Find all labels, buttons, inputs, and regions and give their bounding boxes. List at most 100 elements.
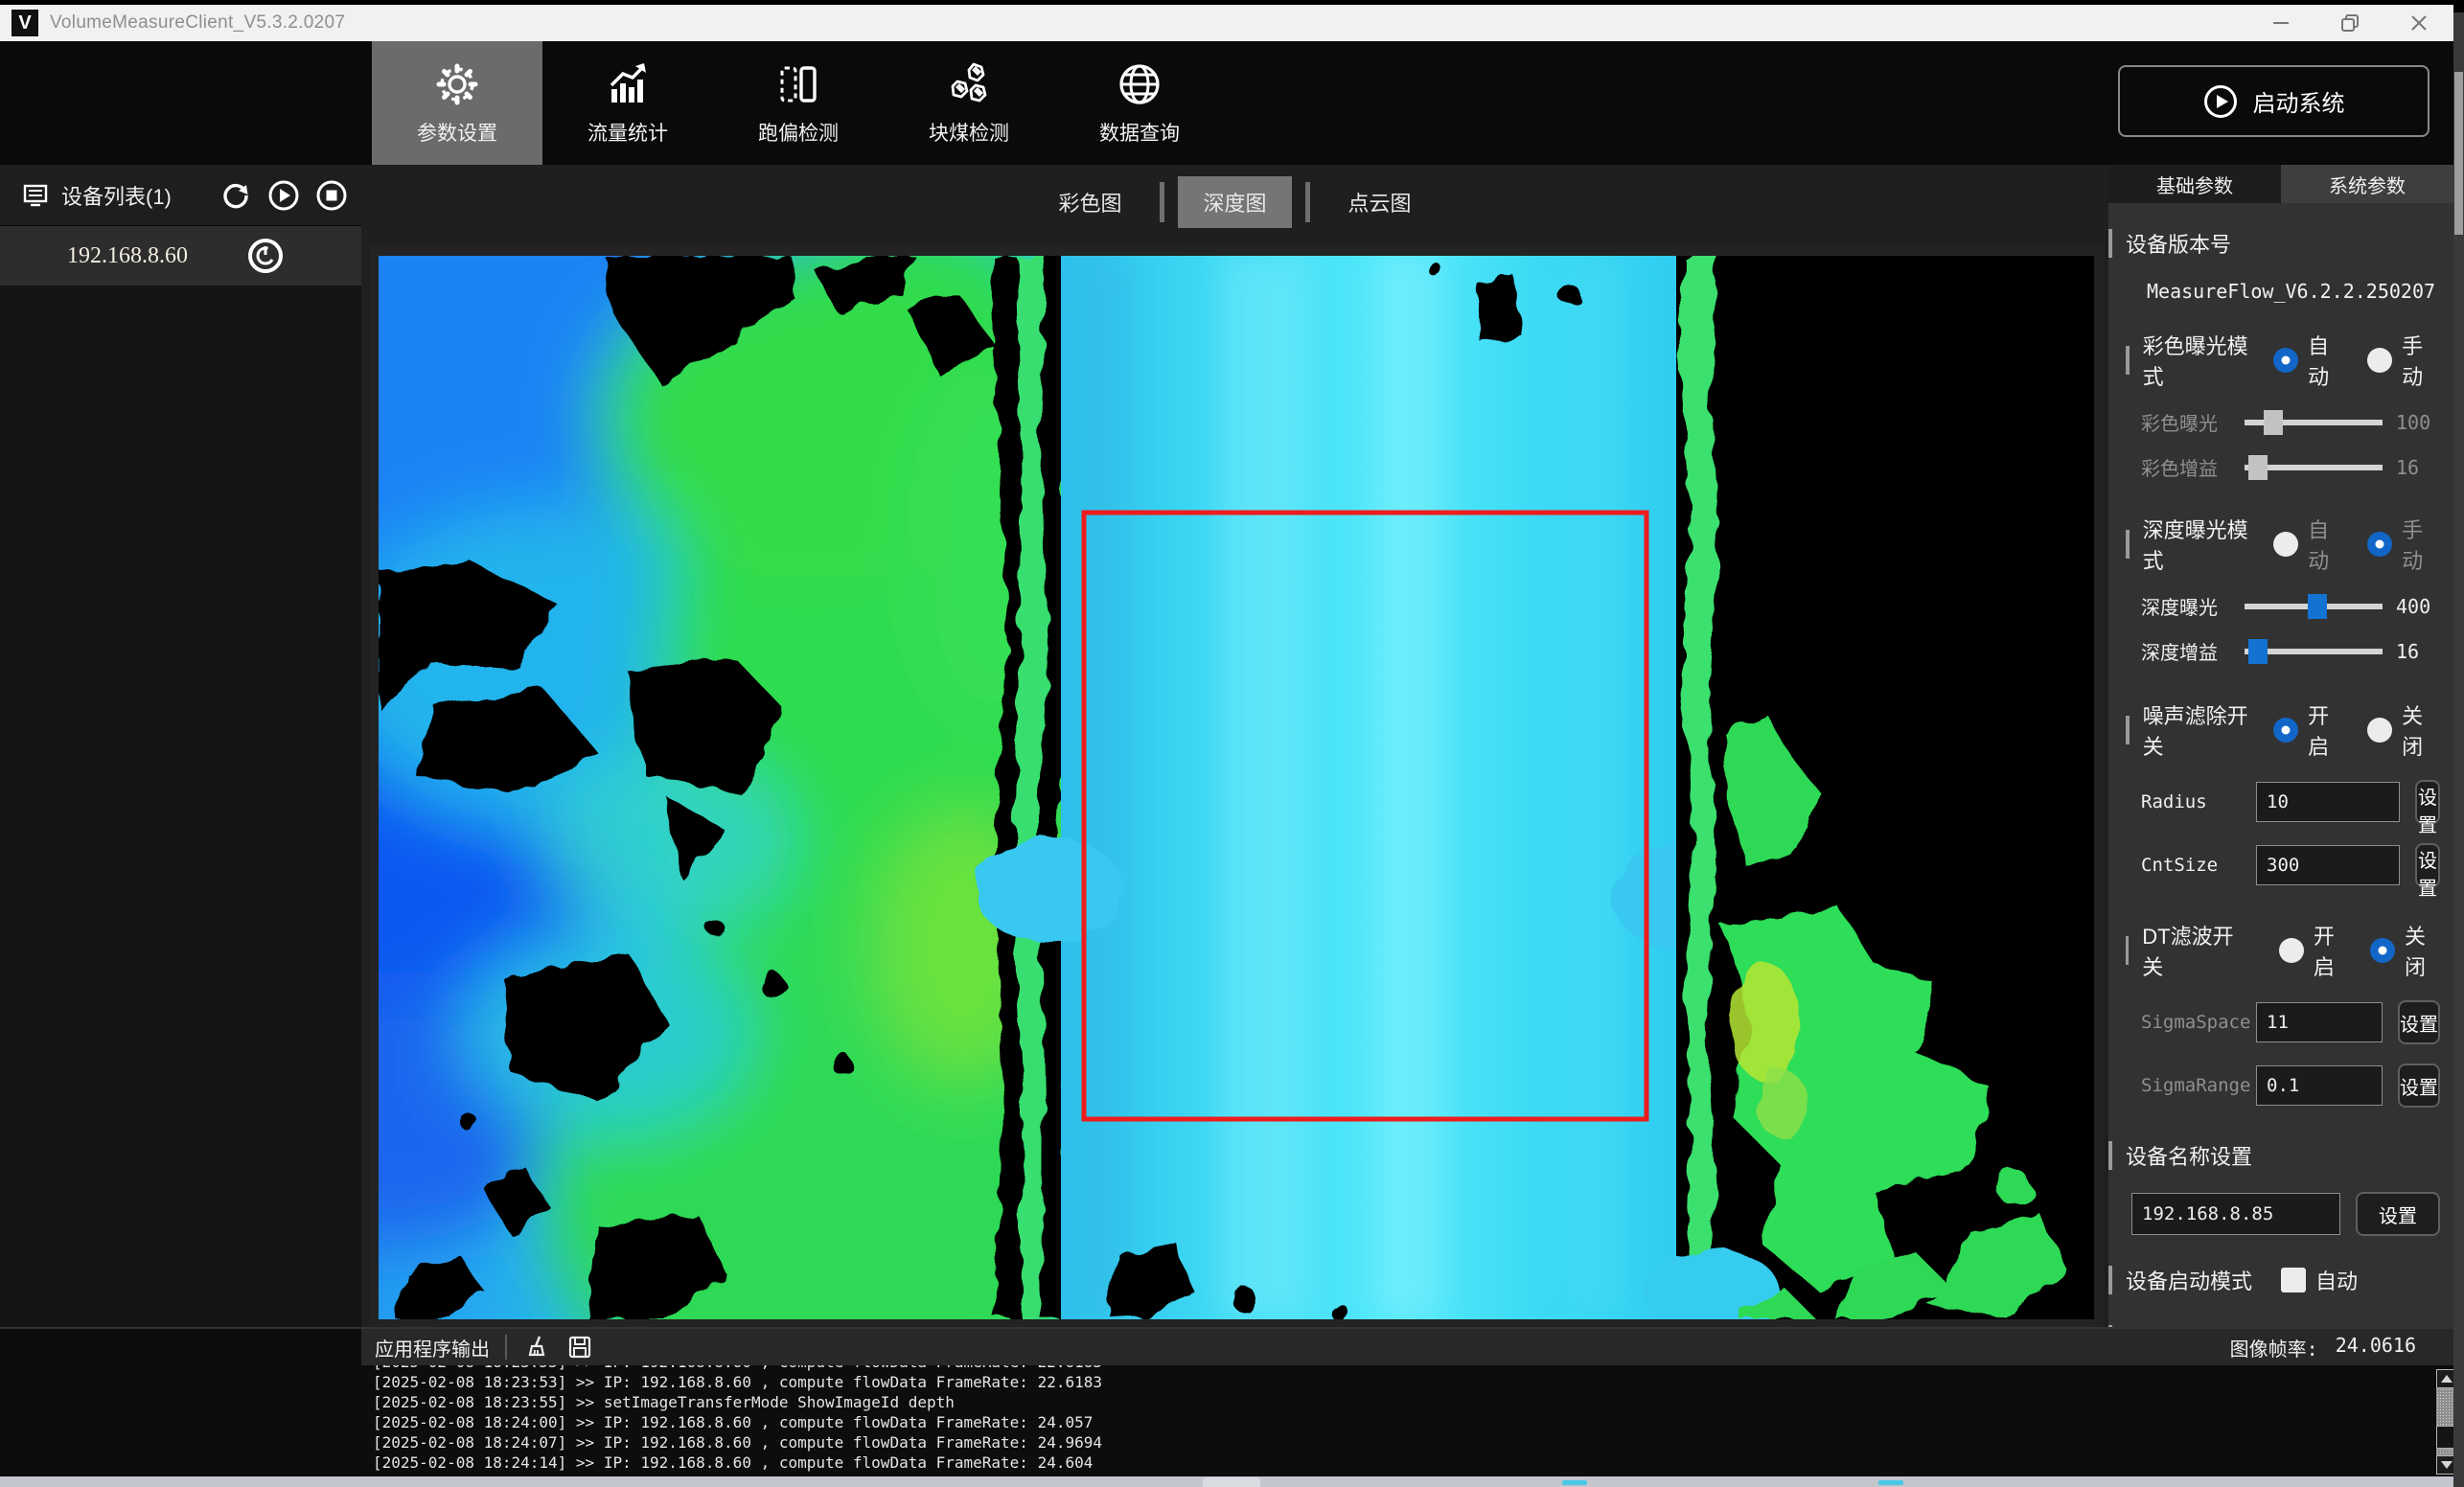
minimize-button[interactable] <box>2246 5 2315 41</box>
app-window: V VolumeMeasureClient_V5.3.2.0207 <box>0 0 2464 1487</box>
device-name-header: 设备名称设置 <box>2108 1140 2453 1171</box>
dt-filter-row: DT滤波开关 开启 关闭 <box>2126 920 2440 981</box>
depth-exposure-auto-radio[interactable] <box>2273 532 2298 557</box>
noise-filter-title: 噪声滤除开关 <box>2126 699 2256 761</box>
dt-filter-on-radio[interactable] <box>2279 938 2304 963</box>
depth-image <box>379 256 2094 1319</box>
dt-filter-off-radio[interactable] <box>2370 938 2395 963</box>
frame-rate-label: 图像帧率: <box>2230 1334 2318 1361</box>
image-viewport <box>369 244 2104 1327</box>
slider-handle[interactable] <box>2248 639 2268 664</box>
log-title: 应用程序输出 <box>375 1334 490 1361</box>
dt-filter-off-label: 关闭 <box>2405 920 2440 981</box>
start-mode-title: 设备启动模式 <box>2108 1265 2252 1295</box>
device-list-item[interactable]: 192.168.8.60 <box>0 226 361 286</box>
color-exposure-manual-radio[interactable] <box>2367 348 2392 373</box>
radius-label: Radius <box>2141 791 2256 812</box>
frame-rate-value: 24.0616 <box>2336 1334 2416 1361</box>
globe-icon <box>1116 60 1163 108</box>
image-viewer: 彩色图 深度图 点云图 <box>361 165 2108 1327</box>
tab-color-image[interactable]: 彩色图 <box>1033 176 1146 228</box>
sigmaspace-input[interactable] <box>2256 1002 2383 1042</box>
start-mode-checkbox[interactable] <box>2281 1268 2306 1293</box>
window-title: VolumeMeasureClient_V5.3.2.0207 <box>50 12 345 34</box>
toolbar-item-label: 跑偏检测 <box>758 118 839 147</box>
color-exposure-mode-row: 彩色曝光模式 自动 手动 <box>2126 330 2440 391</box>
device-power-button[interactable] <box>246 237 285 275</box>
refresh-devices-button[interactable] <box>219 179 252 212</box>
sigmarange-field-row: SigmaRange 设置 <box>2141 1064 2440 1108</box>
toolbar-items: 参数设置 流量统计 跑偏检测 <box>372 41 1225 165</box>
toolbar-item-data-query[interactable]: 数据查询 <box>1054 41 1225 165</box>
cntsize-set-button[interactable]: 设置 <box>2415 843 2440 887</box>
sigmaspace-label: SigmaSpace <box>2141 1012 2256 1033</box>
sigmarange-label: SigmaRange <box>2141 1075 2256 1096</box>
sigmaspace-set-button[interactable]: 设置 <box>2398 1000 2440 1044</box>
toolbar-item-flow-statistics[interactable]: 流量统计 <box>542 41 713 165</box>
device-list-icon <box>21 181 50 210</box>
color-exposure-value: 100 <box>2396 411 2440 434</box>
depth-exposure-slider[interactable] <box>2245 594 2383 619</box>
depth-exposure-value: 400 <box>2396 595 2440 618</box>
sigmaspace-field-row: SigmaSpace 设置 <box>2141 1000 2440 1044</box>
close-button[interactable] <box>2384 5 2453 41</box>
cntsize-input[interactable] <box>2256 845 2400 885</box>
toolbar-item-lump-coal-detection[interactable]: 块煤检测 <box>884 41 1054 165</box>
depth-exposure-slider-label: 深度曝光 <box>2141 592 2231 620</box>
play-circle-icon <box>2203 84 2238 119</box>
toolbar-item-label: 参数设置 <box>417 118 497 147</box>
log-line-clipped: [2025-02-08 18:23:53] >> IP: 192.168.8.6… <box>373 1365 2435 1372</box>
restore-button[interactable] <box>2315 5 2384 41</box>
start-system-button[interactable]: 启动系统 <box>2118 65 2429 137</box>
flow-chart-icon <box>604 60 652 108</box>
toolbar-item-label: 数据查询 <box>1099 118 1180 147</box>
slider-handle[interactable] <box>2308 594 2327 619</box>
color-exposure-auto-radio[interactable] <box>2273 348 2298 373</box>
restore-icon <box>2339 12 2360 34</box>
color-exposure-slider[interactable] <box>2245 410 2383 435</box>
toolbar-item-deviation-detection[interactable]: 跑偏检测 <box>713 41 884 165</box>
window-controls <box>2246 5 2453 41</box>
depth-exposure-manual-radio[interactable] <box>2367 532 2392 557</box>
start-device-button[interactable] <box>267 179 300 212</box>
dt-filter-on-label: 开启 <box>2314 920 2349 981</box>
radius-input[interactable] <box>2256 782 2400 822</box>
noise-filter-off-radio[interactable] <box>2367 718 2392 743</box>
taskbar-indicator <box>1878 1480 1903 1485</box>
log-header: 应用程序输出 <box>361 1329 2464 1365</box>
parameter-panel: 基础参数 系统参数 设备版本号 MeasureFlow_V6.2.2.25020… <box>2108 165 2453 1327</box>
stop-device-button[interactable] <box>315 179 348 212</box>
noise-filter-off-label: 关闭 <box>2402 699 2440 761</box>
color-gain-slider[interactable] <box>2245 455 2383 480</box>
panel-tabs: 基础参数 系统参数 <box>2108 165 2453 203</box>
slider-handle[interactable] <box>2248 455 2268 480</box>
tab-separator <box>1160 182 1164 222</box>
depth-gain-slider[interactable] <box>2245 639 2383 664</box>
log-output[interactable]: [2025-02-08 18:23:53] >> IP: 192.168.8.6… <box>361 1365 2435 1478</box>
device-list-actions <box>219 179 348 212</box>
window-scrollbar[interactable] <box>2453 0 2464 1487</box>
stop-icon <box>315 179 348 212</box>
minimize-icon <box>2271 13 2291 33</box>
tab-system-params[interactable]: 系统参数 <box>2281 165 2453 203</box>
radius-set-button[interactable]: 设置 <box>2415 780 2440 824</box>
device-name-set-button[interactable]: 设置 <box>2356 1192 2440 1236</box>
coal-icon <box>945 60 993 108</box>
tab-depth-image[interactable]: 深度图 <box>1178 176 1291 228</box>
toolbar-item-parameter-settings[interactable]: 参数设置 <box>372 41 542 165</box>
app-icon: V <box>12 10 38 36</box>
noise-filter-on-label: 开启 <box>2308 699 2346 761</box>
taskbar-indicator <box>1562 1480 1587 1485</box>
tab-basic-params[interactable]: 基础参数 <box>2108 165 2281 203</box>
device-name-input[interactable] <box>2131 1193 2340 1235</box>
window-scrollbar-thumb[interactable] <box>2454 72 2463 235</box>
sigmarange-input[interactable] <box>2256 1065 2383 1106</box>
power-icon <box>247 238 284 274</box>
save-log-button[interactable] <box>564 1333 595 1361</box>
slider-handle[interactable] <box>2264 410 2283 435</box>
sigmarange-set-button[interactable]: 设置 <box>2398 1064 2440 1108</box>
tab-point-cloud[interactable]: 点云图 <box>1324 176 1437 228</box>
clear-log-button[interactable] <box>522 1333 553 1361</box>
noise-filter-on-radio[interactable] <box>2273 718 2298 743</box>
color-exposure-auto-label: 自动 <box>2308 330 2346 391</box>
